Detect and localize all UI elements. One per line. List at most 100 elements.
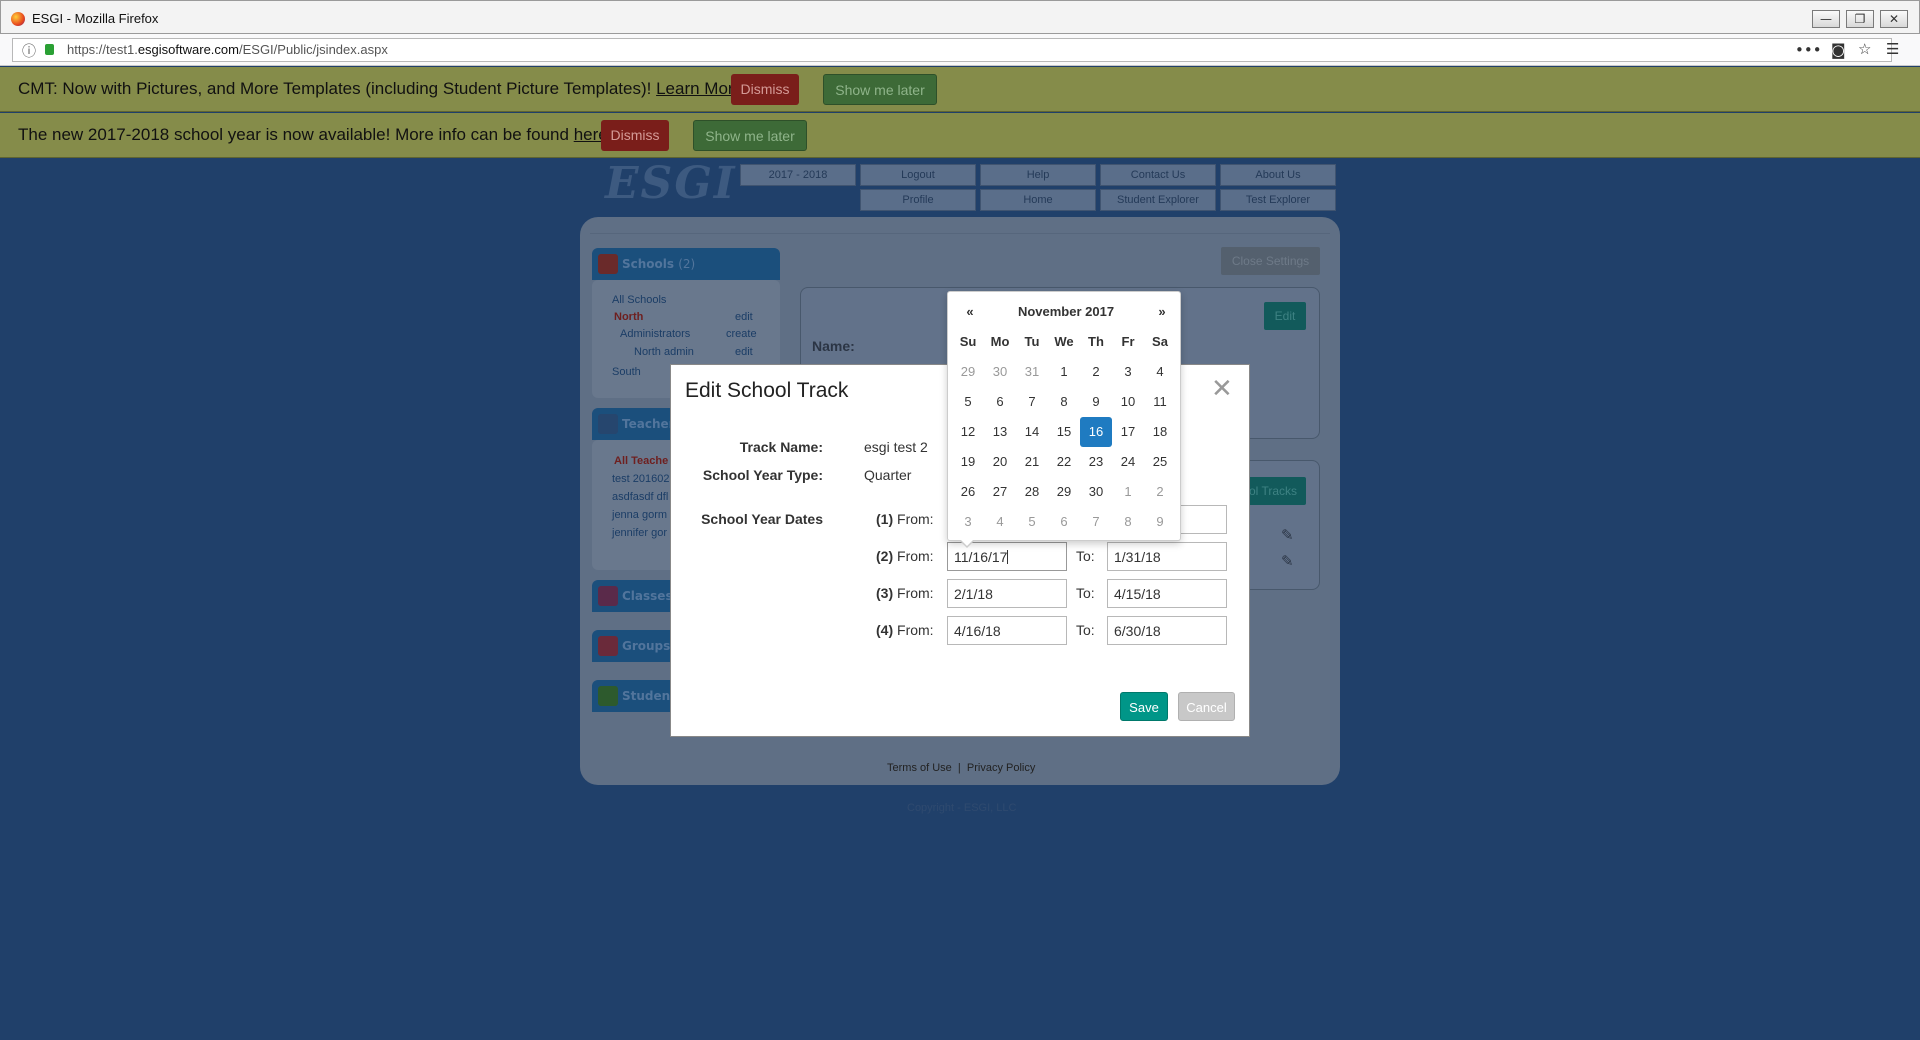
- schools-header[interactable]: Schools (2): [592, 248, 780, 280]
- calendar-day[interactable]: 30: [984, 357, 1016, 387]
- calendar-day[interactable]: 14: [1016, 417, 1048, 447]
- edit-link[interactable]: edit: [735, 311, 753, 323]
- teacher-item[interactable]: jenna gorm: [612, 509, 667, 521]
- menu-icon[interactable]: ☰: [1886, 40, 1899, 58]
- calendar-day[interactable]: 6: [1048, 507, 1080, 537]
- info-icon[interactable]: ⓘ: [22, 41, 36, 61]
- calendar-day[interactable]: 30: [1080, 477, 1112, 507]
- selected-day[interactable]: 16: [1080, 417, 1112, 447]
- prev-month-button[interactable]: «: [954, 302, 986, 322]
- calendar-day[interactable]: 7: [1080, 507, 1112, 537]
- calendar-day[interactable]: 17: [1112, 417, 1144, 447]
- calendar-day[interactable]: 15: [1048, 417, 1080, 447]
- edit-school-button[interactable]: Edit: [1264, 302, 1306, 330]
- period-2-to-input[interactable]: 1/31/18: [1107, 542, 1227, 571]
- calendar-day[interactable]: 25: [1144, 447, 1176, 477]
- calendar-day[interactable]: 4: [1144, 357, 1176, 387]
- school-year-type-value: Quarter: [864, 467, 912, 483]
- calendar-day[interactable]: 5: [952, 387, 984, 417]
- calendar-day[interactable]: 23: [1080, 447, 1112, 477]
- administrators-item[interactable]: Administrators: [620, 328, 690, 340]
- calendar-day[interactable]: 9: [1144, 507, 1176, 537]
- learn-more-link[interactable]: Learn More: [656, 79, 743, 98]
- students-icon: [598, 686, 618, 706]
- bookmark-star-icon[interactable]: ☆: [1858, 40, 1871, 58]
- calendar-day[interactable]: 29: [1048, 477, 1080, 507]
- calendar-day[interactable]: 18: [1144, 417, 1176, 447]
- period-4-to-input[interactable]: 6/30/18: [1107, 616, 1227, 645]
- calendar-day[interactable]: 8: [1048, 387, 1080, 417]
- lock-icon: [45, 44, 54, 55]
- privacy-policy-link[interactable]: Privacy Policy: [967, 762, 1035, 774]
- pencil-icon[interactable]: ✎: [1281, 552, 1294, 570]
- month-title[interactable]: November 2017: [986, 302, 1146, 322]
- calendar-day[interactable]: 28: [1016, 477, 1048, 507]
- calendar-day[interactable]: 27: [984, 477, 1016, 507]
- nav-help[interactable]: Help: [980, 164, 1096, 186]
- url-bar[interactable]: ⓘ https://test1.esgisoftware.com/ESGI/Pu…: [12, 38, 1892, 62]
- teacher-item[interactable]: jennifer gor: [612, 527, 667, 539]
- north-admin-item[interactable]: North admin: [634, 346, 694, 358]
- calendar-day[interactable]: 1: [1048, 357, 1080, 387]
- period-4-from-input[interactable]: 4/16/18: [947, 616, 1067, 645]
- calendar-day[interactable]: 9: [1080, 387, 1112, 417]
- show-me-later-button[interactable]: Show me later: [823, 74, 937, 105]
- teacher-item[interactable]: asdfasdf dfl: [612, 491, 668, 503]
- cancel-button[interactable]: Cancel: [1178, 692, 1235, 721]
- close-icon[interactable]: ✕: [1211, 374, 1233, 404]
- calendar-day[interactable]: 19: [952, 447, 984, 477]
- period-1-from-label: (1) From:: [876, 511, 934, 527]
- school-north[interactable]: North: [614, 311, 643, 323]
- calendar-day[interactable]: 26: [952, 477, 984, 507]
- save-button[interactable]: Save: [1120, 692, 1168, 721]
- nav-student-explorer[interactable]: Student Explorer: [1100, 189, 1216, 211]
- calendar-day[interactable]: 13: [984, 417, 1016, 447]
- show-me-later-button[interactable]: Show me later: [693, 120, 807, 151]
- pencil-icon[interactable]: ✎: [1281, 526, 1294, 544]
- teacher-item[interactable]: test 201602: [612, 473, 670, 485]
- edit-link[interactable]: edit: [735, 346, 753, 358]
- calendar-day[interactable]: 3: [1112, 357, 1144, 387]
- nav-contact-us[interactable]: Contact Us: [1100, 164, 1216, 186]
- nav-test-explorer[interactable]: Test Explorer: [1220, 189, 1336, 211]
- calendar-day[interactable]: 1: [1112, 477, 1144, 507]
- calendar-day[interactable]: 3: [952, 507, 984, 537]
- calendar-day[interactable]: 20: [984, 447, 1016, 477]
- dismiss-button[interactable]: Dismiss: [601, 120, 669, 151]
- teacher-all[interactable]: All Teache: [614, 455, 668, 467]
- calendar-day[interactable]: 12: [952, 417, 984, 447]
- calendar-day[interactable]: 31: [1016, 357, 1048, 387]
- calendar-day[interactable]: 7: [1016, 387, 1048, 417]
- calendar-day[interactable]: 2: [1144, 477, 1176, 507]
- calendar-day[interactable]: 29: [952, 357, 984, 387]
- calendar-day[interactable]: 6: [984, 387, 1016, 417]
- next-month-button[interactable]: »: [1146, 302, 1178, 322]
- minimize-button[interactable]: —: [1812, 10, 1840, 28]
- nav-profile[interactable]: Profile: [860, 189, 976, 211]
- create-link[interactable]: create: [726, 328, 757, 340]
- pocket-icon[interactable]: ◙: [1831, 41, 1846, 59]
- calendar-day[interactable]: 8: [1112, 507, 1144, 537]
- page-actions-icon[interactable]: •••: [1795, 41, 1822, 59]
- dismiss-button[interactable]: Dismiss: [731, 74, 799, 105]
- nav-school-year[interactable]: 2017 - 2018: [740, 164, 856, 186]
- school-all[interactable]: All Schools: [612, 294, 666, 306]
- period-3-to-input[interactable]: 4/15/18: [1107, 579, 1227, 608]
- maximize-button[interactable]: ❐: [1846, 10, 1874, 28]
- calendar-day[interactable]: 22: [1048, 447, 1080, 477]
- calendar-day[interactable]: 21: [1016, 447, 1048, 477]
- terms-of-use-link[interactable]: Terms of Use: [887, 762, 952, 774]
- calendar-day[interactable]: 5: [1016, 507, 1048, 537]
- nav-logout[interactable]: Logout: [860, 164, 976, 186]
- period-3-from-input[interactable]: 2/1/18: [947, 579, 1067, 608]
- calendar-day[interactable]: 4: [984, 507, 1016, 537]
- calendar-day[interactable]: 24: [1112, 447, 1144, 477]
- school-south[interactable]: South: [612, 366, 641, 378]
- nav-about-us[interactable]: About Us: [1220, 164, 1336, 186]
- close-settings-button[interactable]: Close Settings: [1221, 247, 1320, 275]
- calendar-day[interactable]: 2: [1080, 357, 1112, 387]
- calendar-day[interactable]: 11: [1144, 387, 1176, 417]
- calendar-day[interactable]: 10: [1112, 387, 1144, 417]
- nav-home[interactable]: Home: [980, 189, 1096, 211]
- window-close-button[interactable]: ✕: [1880, 10, 1908, 28]
